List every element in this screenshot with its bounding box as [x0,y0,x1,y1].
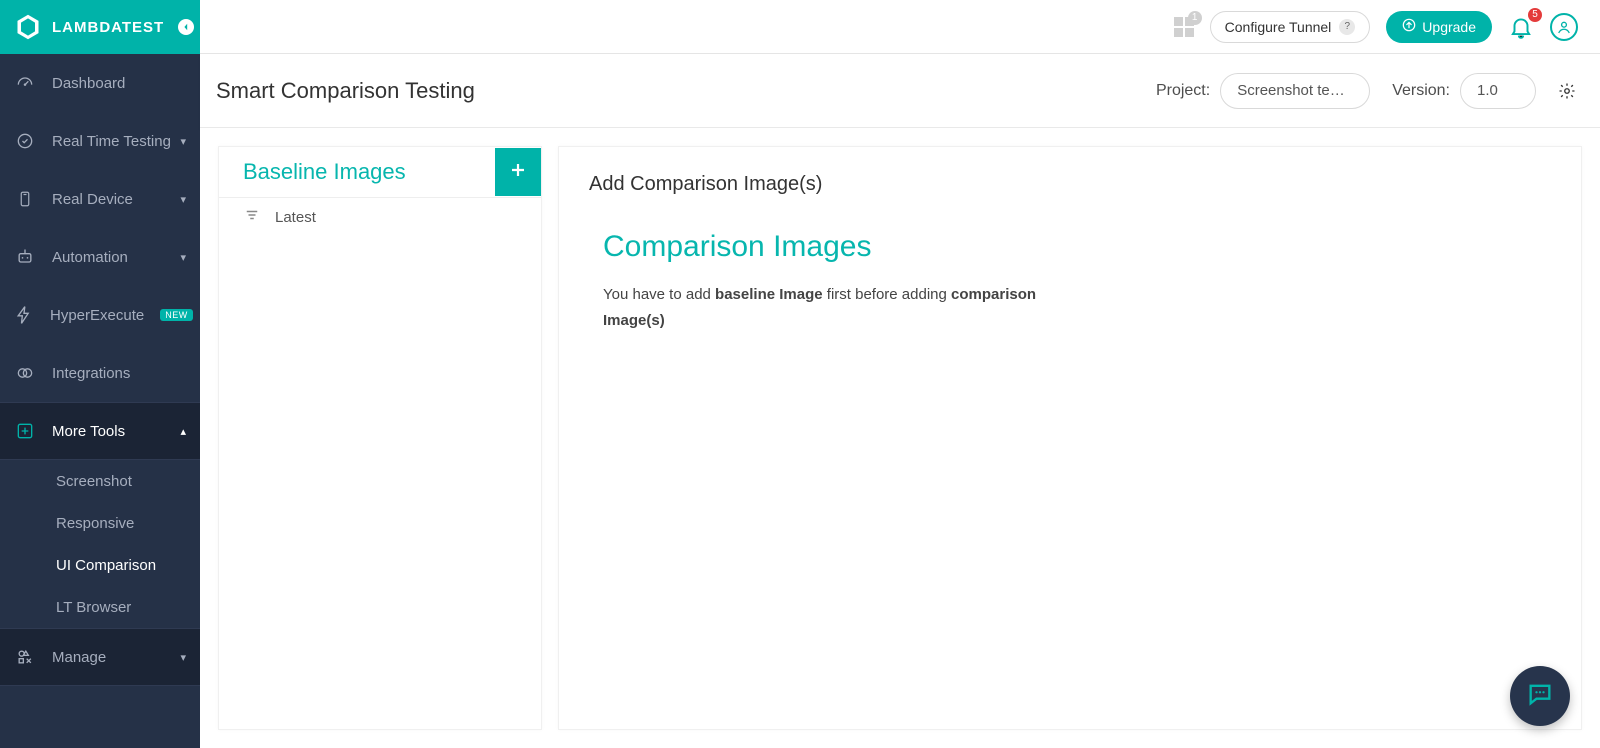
subnav-lt-browser[interactable]: LT Browser [0,586,200,628]
robot-icon [14,246,36,268]
comparison-help-text: You have to add baseline Image first bef… [603,282,1089,333]
page-header: Smart Comparison Testing Project: Screen… [200,54,1600,128]
brand-bar: LAMBDATEST [0,0,200,54]
chevron-down-icon: ▾ [180,651,186,664]
nav-automation-label: Automation [52,249,128,266]
profile-avatar[interactable] [1550,13,1578,41]
comparison-title: Comparison Images [603,230,1089,264]
nav-realtime[interactable]: Real Time Testing ▾ [0,112,200,170]
nav-moretools[interactable]: More Tools ▴ [0,402,200,460]
nav-automation[interactable]: Automation ▾ [0,228,200,286]
nav-realdevice[interactable]: Real Device ▾ [0,170,200,228]
brand-name: LAMBDATEST [52,19,164,36]
nav-moretools-label: More Tools [52,423,125,440]
chevron-down-icon: ▾ [180,251,186,264]
help-icon: ? [1339,19,1355,35]
nav-realdevice-label: Real Device [52,191,133,208]
chat-button[interactable] [1510,666,1570,726]
integrations-icon [14,362,36,384]
nav-hyperexecute-label: HyperExecute [50,307,144,324]
nav-hyperexecute[interactable]: HyperExecute NEW [0,286,200,344]
baseline-title: Baseline Images [219,147,430,197]
content-area: Baseline Images Latest Add Comparison Im… [200,128,1600,748]
sidebar: LAMBDATEST Dashboard Real Time Testing ▾… [0,0,200,748]
settings-button[interactable] [1558,82,1576,100]
nav-manage[interactable]: Manage ▾ [0,628,200,686]
add-baseline-button[interactable] [495,148,541,196]
chevron-down-icon: ▾ [180,135,186,148]
version-select[interactable]: 1.0 [1460,73,1536,109]
sidebar-collapse-button[interactable] [178,19,194,35]
chevron-up-icon: ▴ [180,425,186,438]
nav-dashboard-label: Dashboard [52,75,125,92]
upgrade-button[interactable]: Upgrade [1386,11,1492,43]
nav-manage-label: Manage [52,649,106,666]
subnav-ui-comparison[interactable]: UI Comparison [0,544,200,586]
nav-realtime-label: Real Time Testing [52,133,171,150]
filter-icon [245,208,259,226]
shapes-icon [14,646,36,668]
project-block: Project: Screenshot te… [1156,73,1370,109]
page-title: Smart Comparison Testing [216,78,475,104]
plus-icon [510,162,526,183]
comparison-panel: Add Comparison Image(s) Comparison Image… [558,146,1582,730]
moretools-submenu: Screenshot Responsive UI Comparison LT B… [0,460,200,628]
upgrade-label: Upgrade [1422,19,1476,35]
notifications-badge: 5 [1528,8,1542,22]
new-badge: NEW [160,309,193,321]
subnav-screenshot[interactable]: Screenshot [0,460,200,502]
version-value: 1.0 [1477,82,1498,99]
plus-square-icon [14,420,36,442]
project-label: Project: [1156,82,1210,100]
baseline-header: Baseline Images [219,147,541,198]
chevron-down-icon: ▾ [180,193,186,206]
subnav-responsive[interactable]: Responsive [0,502,200,544]
chat-icon [1526,680,1554,713]
apps-badge: 1 [1188,11,1202,25]
configure-tunnel-label: Configure Tunnel [1225,19,1332,35]
baseline-item-label: Latest [275,209,316,226]
bolt-icon [14,304,34,326]
gauge-icon [14,72,36,94]
nav-integrations[interactable]: Integrations [0,344,200,402]
device-icon [14,188,36,210]
comparison-body: Comparison Images You have to add baseli… [559,204,1119,333]
page-header-controls: Project: Screenshot te… Version: 1.0 [1156,73,1576,109]
version-block: Version: 1.0 [1392,73,1536,109]
project-select[interactable]: Screenshot te… [1220,73,1370,109]
nav: Dashboard Real Time Testing ▾ Real Devic… [0,54,200,748]
project-value: Screenshot te… [1237,82,1345,99]
upgrade-arrow-icon [1402,18,1416,35]
clock-check-icon [14,130,36,152]
version-label: Version: [1392,82,1450,100]
nav-integrations-label: Integrations [52,365,130,382]
top-bar: 1 Configure Tunnel ? Upgrade 5 [200,0,1600,54]
comparison-header: Add Comparison Image(s) [559,147,1581,204]
configure-tunnel-button[interactable]: Configure Tunnel ? [1210,11,1371,43]
baseline-item-row[interactable]: Latest [219,198,541,236]
brand-logo-icon [14,13,42,41]
notifications-button[interactable]: 5 [1508,14,1534,40]
apps-grid-button[interactable]: 1 [1174,17,1194,37]
baseline-panel: Baseline Images Latest [218,146,542,730]
nav-dashboard[interactable]: Dashboard [0,54,200,112]
